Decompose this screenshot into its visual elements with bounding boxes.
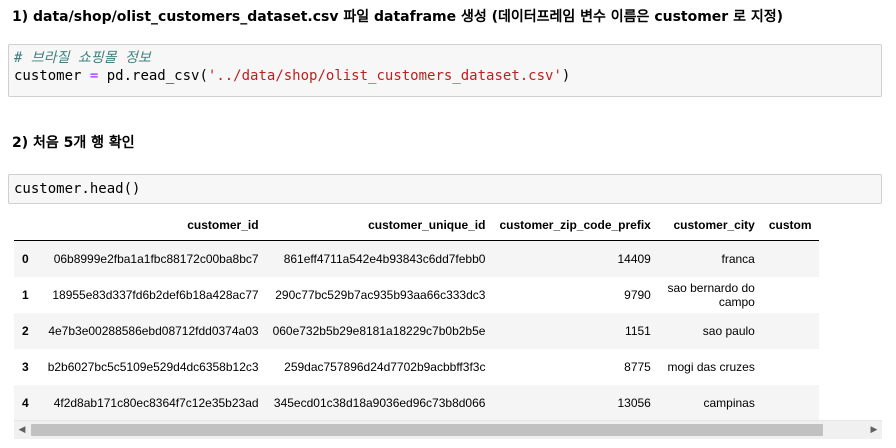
- cell-truncated: [762, 349, 819, 385]
- column-header: custom: [761, 210, 819, 241]
- cell-zip: 14409: [617, 251, 651, 266]
- code-variable: customer: [14, 68, 82, 84]
- cell-city: sao bernardo do campo: [667, 280, 755, 309]
- row-index: 0: [22, 251, 29, 266]
- scrollbar-thumb[interactable]: [31, 424, 823, 436]
- table-row: 4 4f2d8ab171c80ec8364f7c12e35b23ad 345ec…: [14, 384, 819, 421]
- table-header-row: customer_id customer_unique_id customer_…: [14, 210, 819, 241]
- row-index: 3: [22, 359, 29, 374]
- column-header: customer_city: [657, 210, 762, 241]
- table-row: 3 b2b6027bc5c5109e529d4dc6358b12c3 259da…: [14, 349, 819, 385]
- column-header: customer_unique_id: [265, 210, 493, 241]
- cell-zip: 9790: [624, 287, 651, 302]
- cell-zip: 13056: [617, 395, 651, 410]
- cell-customer-unique-id: 259dac757896d24d7702b9acbbff3f3c: [284, 359, 486, 374]
- code-comment: # 브라질 쇼핑몰 정보: [14, 50, 151, 66]
- row-index: 2: [22, 323, 29, 338]
- row-index: 4: [22, 395, 29, 410]
- cell-customer-id: 06b8999e2fba1a1fbc88172c00ba8bc7: [53, 251, 259, 266]
- cell-truncated: [762, 313, 819, 349]
- cell-truncated: [762, 277, 819, 313]
- cell-city: mogi das cruzes: [667, 359, 755, 374]
- code-cell-head[interactable]: customer.head(): [8, 174, 882, 204]
- cell-truncated: [762, 241, 819, 277]
- markdown-heading-2: 2) 처음 5개 행 확인: [12, 135, 135, 151]
- cell-customer-unique-id: 290c77bc529b7ac935b93aa66c333dc3: [275, 287, 486, 302]
- cell-truncated: [762, 385, 819, 421]
- cell-customer-id: 4e7b3e00288586ebd08712fdd0374a03: [48, 323, 259, 338]
- cell-customer-id: b2b6027bc5c5109e529d4dc6358b12c3: [47, 359, 259, 374]
- code-line: customer.head(): [14, 181, 141, 197]
- column-header: customer_zip_code_prefix: [492, 210, 658, 241]
- table-row: 0 06b8999e2fba1a1fbc88172c00ba8bc7 861ef…: [14, 240, 819, 277]
- table-row: 1 18955e83d337fd6b2def6b18a428ac77 290c7…: [14, 277, 819, 313]
- cell-city: sao paulo: [702, 323, 755, 338]
- dataframe-table: customer_id customer_unique_id customer_…: [14, 210, 819, 421]
- cell-city: franca: [721, 251, 755, 266]
- code-close-paren: ): [561, 68, 571, 84]
- cell-city: campinas: [703, 395, 755, 410]
- code-string: '../data/shop/olist_customers_dataset.cs…: [207, 68, 562, 84]
- code-operator: =: [81, 68, 107, 84]
- row-index: 1: [22, 287, 29, 302]
- markdown-heading-1: 1) data/shop/olist_customers_dataset.csv…: [12, 9, 783, 25]
- table-row: 2 4e7b3e00288586ebd08712fdd0374a03 060e7…: [14, 312, 819, 349]
- horizontal-scrollbar[interactable]: ◀ ▶: [14, 420, 882, 439]
- cell-customer-unique-id: 060e732b5b29e8181a18229c7b0b2b5e: [272, 323, 486, 338]
- cell-zip: 8775: [624, 359, 651, 374]
- scroll-right-arrow-icon[interactable]: ▶: [866, 421, 882, 439]
- scroll-left-arrow-icon[interactable]: ◀: [14, 421, 30, 439]
- cell-customer-id: 18955e83d337fd6b2def6b18a428ac77: [52, 287, 259, 302]
- index-header: [14, 210, 41, 241]
- cell-customer-unique-id: 345ecd01c38d18a9036ed96c73b8d066: [273, 395, 486, 410]
- cell-customer-id: 4f2d8ab171c80ec8364f7c12e35b23ad: [53, 395, 259, 410]
- code-call: pd.read_csv(: [106, 68, 208, 84]
- dataframe-output: customer_id customer_unique_id customer_…: [8, 210, 882, 440]
- cell-customer-unique-id: 861eff4711a542e4b93843c6dd7febb0: [283, 251, 486, 266]
- code-cell-read-csv[interactable]: # 브라질 쇼핑몰 정보 customer = pd.read_csv('../…: [8, 44, 882, 97]
- column-header: customer_id: [40, 210, 266, 241]
- cell-zip: 1151: [625, 323, 651, 338]
